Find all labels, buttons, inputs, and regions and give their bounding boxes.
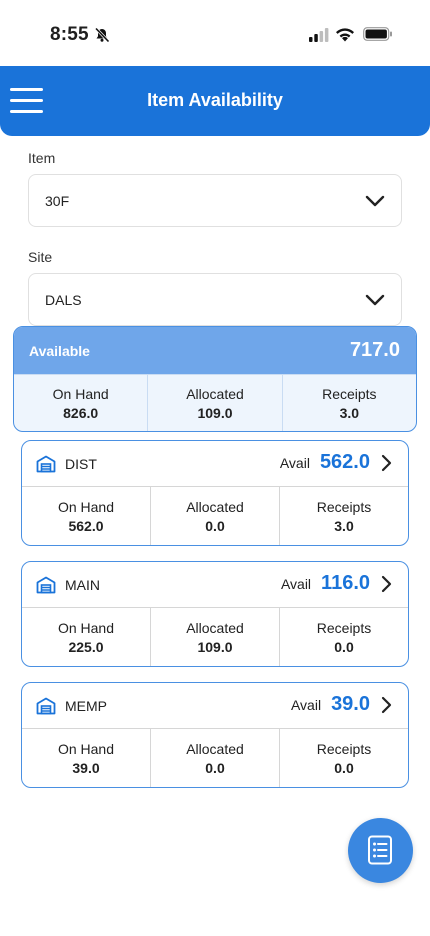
receipts-cell: Receipts 3.0	[279, 487, 408, 545]
warehouse-icon	[36, 697, 56, 715]
site-card-header: MEMP Avail 39.0	[22, 683, 408, 729]
on-hand-cell: On Hand 39.0	[22, 729, 150, 787]
warehouse-icon	[36, 576, 56, 594]
allocated-value: 0.0	[205, 518, 225, 534]
status-time: 8:55	[50, 24, 89, 45]
on-hand-cell: On Hand 225.0	[22, 608, 150, 666]
site-stats: On Hand 39.0 Allocated 0.0 Receipts 0.0	[22, 729, 408, 787]
on-hand-label: On Hand	[57, 620, 115, 636]
avail-value: 116.0	[321, 572, 370, 594]
receipts-label: Receipts	[316, 620, 372, 636]
receipts-value: 3.0	[339, 405, 360, 421]
summary-receipts-cell: Receipts 3.0	[281, 375, 416, 431]
summary-header: Available 717.0	[14, 327, 416, 374]
allocated-label: Allocated	[186, 741, 244, 757]
allocated-value: 109.0	[197, 405, 233, 421]
site-card-main[interactable]: MAIN Avail 116.0 On Hand 225.0 Allocated…	[21, 561, 409, 667]
site-card-header: MAIN Avail 116.0	[22, 562, 408, 608]
allocated-value: 109.0	[197, 639, 233, 655]
site-avail: Avail 39.0	[291, 693, 392, 716]
receipts-cell: Receipts 0.0	[279, 608, 408, 666]
summary-available-label: Available	[29, 343, 90, 359]
on-hand-label: On Hand	[57, 499, 115, 515]
receipts-label: Receipts	[316, 741, 372, 757]
allocated-label: Allocated	[186, 386, 244, 402]
summary-stats: On Hand 826.0 Allocated 109.0 Receipts 3…	[14, 374, 416, 431]
avail-value: 562.0	[319, 451, 370, 473]
site-stats: On Hand 225.0 Allocated 109.0 Receipts 0…	[22, 608, 408, 666]
site-name: MEMP	[65, 698, 107, 714]
on-hand-value: 562.0	[68, 518, 104, 534]
status-bar: 8:55	[0, 0, 430, 66]
on-hand-value: 39.0	[72, 760, 100, 776]
on-hand-label: On Hand	[57, 741, 115, 757]
allocated-cell: Allocated 109.0	[150, 608, 279, 666]
site-select[interactable]: DALS	[28, 273, 402, 326]
bell-muted-icon	[94, 27, 110, 43]
allocated-cell: Allocated 0.0	[150, 729, 279, 787]
allocated-cell: Allocated 0.0	[150, 487, 279, 545]
site-label: Site	[28, 249, 53, 265]
receipts-label: Receipts	[322, 386, 377, 402]
site-card-memp[interactable]: MEMP Avail 39.0 On Hand 39.0 Allocated 0…	[21, 682, 409, 788]
avail-value: 39.0	[331, 693, 370, 715]
avail-label: Avail	[290, 696, 322, 713]
allocated-label: Allocated	[186, 620, 244, 636]
allocated-value: 0.0	[205, 760, 225, 776]
chevron-right-icon	[381, 454, 392, 471]
summary-available-value: 717.0	[349, 339, 400, 361]
avail-label: Avail	[280, 575, 312, 592]
site-select-value: DALS	[45, 292, 82, 308]
chevron-right-icon	[381, 696, 392, 713]
site-name: DIST	[65, 456, 97, 472]
chevron-down-icon	[365, 195, 385, 207]
on-hand-label: On Hand	[52, 386, 109, 402]
site-avail: Avail 116.0	[281, 572, 392, 595]
item-label: Item	[28, 150, 56, 166]
cellular-signal-icon	[309, 28, 329, 42]
on-hand-cell: On Hand 562.0	[22, 487, 150, 545]
avail-label: Avail	[279, 454, 310, 471]
receipts-cell: Receipts 0.0	[279, 729, 408, 787]
on-hand-value: 225.0	[68, 639, 104, 655]
site-stats: On Hand 562.0 Allocated 0.0 Receipts 3.0	[22, 487, 408, 545]
on-hand-value: 826.0	[63, 405, 99, 421]
chevron-down-icon	[365, 294, 385, 306]
availability-summary-card: Available 717.0 On Hand 826.0 Allocated …	[13, 326, 417, 432]
summary-allocated-cell: Allocated 109.0	[147, 375, 281, 431]
summary-on-hand-cell: On Hand 826.0	[14, 375, 147, 431]
item-select-value: 30F	[45, 193, 70, 209]
receipts-value: 0.0	[334, 760, 354, 776]
wifi-icon	[336, 28, 354, 42]
warehouse-icon	[36, 455, 56, 473]
receipts-label: Receipts	[316, 499, 372, 515]
site-avail: Avail 562.0	[280, 451, 392, 474]
site-card-dist[interactable]: DIST Avail 562.0 On Hand 562.0 Allocated…	[21, 440, 409, 546]
receipts-value: 3.0	[334, 518, 354, 534]
allocated-label: Allocated	[186, 499, 244, 515]
battery-icon	[363, 27, 392, 41]
site-card-header: DIST Avail 562.0	[22, 441, 408, 487]
item-select[interactable]: 30F	[28, 174, 402, 227]
site-name: MAIN	[65, 577, 100, 593]
list-icon	[368, 835, 392, 865]
page-title: Item Availability	[147, 90, 283, 110]
receipts-value: 0.0	[334, 639, 354, 655]
list-fab-button[interactable]	[348, 818, 413, 883]
chevron-right-icon	[381, 575, 392, 592]
app-header: Item Availability	[0, 66, 430, 136]
